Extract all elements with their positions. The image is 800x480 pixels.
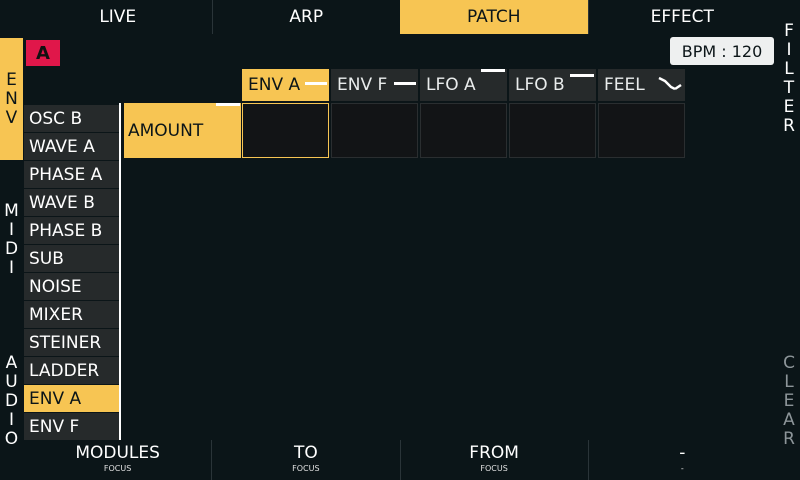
module-phase-a[interactable]: PHASE A <box>24 161 119 188</box>
line-icon <box>481 69 505 72</box>
vertical-letter: U <box>5 371 18 392</box>
side-tab-midi[interactable]: MIDI <box>0 190 23 290</box>
vertical-letter: I <box>8 409 14 430</box>
vertical-letter: L <box>784 372 794 392</box>
tab-arp[interactable]: ARP <box>211 0 401 34</box>
top-tab-bar: LIVE ARP PATCH EFFECT <box>24 0 776 34</box>
vertical-letter: N <box>5 88 18 109</box>
vertical-letter: D <box>4 239 19 259</box>
module-mixer[interactable]: MIXER <box>24 301 119 328</box>
column-lfo-b[interactable]: LFO B <box>509 69 596 101</box>
bottom-modules-button[interactable]: MODULES FOCUS <box>24 440 211 480</box>
module-steiner[interactable]: STEINER <box>24 329 119 356</box>
vertical-letter: A <box>783 410 795 430</box>
column-label: ENV F <box>337 75 388 95</box>
tab-live[interactable]: LIVE <box>24 0 212 34</box>
matrix-cell-env-f[interactable] <box>331 103 418 158</box>
bottom-sub: - <box>680 464 684 473</box>
bottom-from-button[interactable]: FROM FOCUS <box>399 440 588 480</box>
bottom-label: TO <box>293 443 318 463</box>
vertical-letter: A <box>5 352 18 373</box>
vertical-letter: F <box>784 21 794 41</box>
list-divider <box>119 103 121 440</box>
module-sub[interactable]: SUB <box>24 245 119 272</box>
vertical-letter: T <box>783 78 795 98</box>
vertical-letter: I <box>8 220 14 240</box>
module-phase-b[interactable]: PHASE B <box>24 217 119 244</box>
vertical-letter: R <box>783 429 795 449</box>
patch-slot-badge[interactable]: A <box>26 40 60 66</box>
column-label: FEEL <box>604 75 645 95</box>
matrix-cell-feel[interactable] <box>598 103 685 158</box>
bottom-sub: FOCUS <box>480 464 508 473</box>
matrix-cell-lfo-a[interactable] <box>420 103 507 158</box>
tab-patch[interactable]: PATCH <box>400 0 588 34</box>
module-ladder[interactable]: LADDER <box>24 357 119 384</box>
bottom-bar: MODULES FOCUS TO FOCUS FROM FOCUS - - <box>24 440 776 480</box>
bottom-empty-button[interactable]: - - <box>587 440 776 480</box>
module-noise[interactable]: NOISE <box>24 273 119 300</box>
column-label: LFO A <box>426 75 476 95</box>
vertical-letter: E <box>783 97 795 117</box>
bottom-sub: FOCUS <box>292 464 320 473</box>
row-label-amount[interactable]: AMOUNT <box>124 103 241 158</box>
vertical-letter: C <box>783 353 795 373</box>
vertical-letter: M <box>4 201 19 221</box>
bpm-display[interactable]: BPM : 120 <box>670 37 774 65</box>
line-icon <box>570 74 594 77</box>
module-wave-b[interactable]: WAVE B <box>24 189 119 216</box>
column-label: LFO B <box>515 75 565 95</box>
bottom-label: FROM <box>469 443 519 463</box>
column-feel[interactable]: FEEL <box>598 69 685 101</box>
module-osc-b[interactable]: OSC B <box>24 105 119 132</box>
bottom-sub: FOCUS <box>103 464 132 473</box>
bottom-label: MODULES <box>75 443 160 463</box>
line-icon <box>394 82 416 85</box>
bottom-label: - <box>679 443 686 463</box>
side-filter[interactable]: FILTER <box>778 22 800 136</box>
vertical-letter: V <box>5 107 18 128</box>
vertical-letter: I <box>8 258 14 278</box>
module-wave-a[interactable]: WAVE A <box>24 133 119 160</box>
vertical-letter: L <box>784 59 794 79</box>
matrix-cell-env-a[interactable] <box>242 103 329 158</box>
side-tab-env[interactable]: ENV <box>0 38 23 160</box>
tab-effect[interactable]: EFFECT <box>587 0 777 34</box>
column-lfo-a[interactable]: LFO A <box>420 69 507 101</box>
vertical-letter: R <box>783 116 795 136</box>
vertical-letter: I <box>786 40 792 60</box>
vertical-letter: E <box>783 391 795 411</box>
side-tab-audio[interactable]: AUDIO <box>0 348 23 454</box>
side-clear[interactable]: CLEAR <box>778 354 800 449</box>
module-env-a[interactable]: ENV A <box>24 385 119 412</box>
bottom-to-button[interactable]: TO FOCUS <box>211 440 399 480</box>
vertical-letter: E <box>6 69 17 90</box>
line-icon <box>216 103 240 106</box>
vertical-letter: O <box>4 428 19 449</box>
line-icon <box>305 82 327 85</box>
module-env-f[interactable]: ENV F <box>24 413 119 440</box>
vertical-letter: D <box>4 390 19 411</box>
column-env-f[interactable]: ENV F <box>331 69 418 101</box>
column-label: ENV A <box>248 75 301 95</box>
column-env-a[interactable]: ENV A <box>242 69 329 101</box>
matrix-cell-lfo-b[interactable] <box>509 103 596 158</box>
curve-icon <box>658 76 682 91</box>
